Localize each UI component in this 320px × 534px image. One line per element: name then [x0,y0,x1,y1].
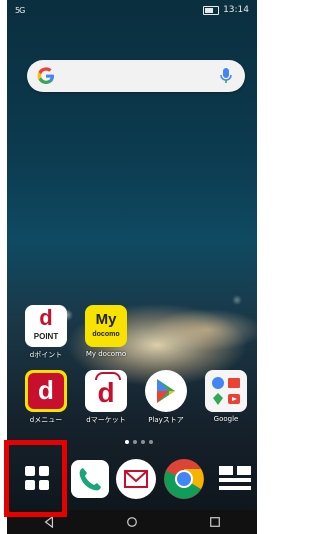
google-search-bar[interactable] [27,60,245,92]
app-dmarket[interactable]: d dマーケット [80,370,132,425]
chrome-app[interactable] [163,458,205,500]
back-button[interactable] [42,515,56,529]
status-time: 13:14 [223,5,249,15]
page-indicator [125,440,153,444]
dmarket-icon: d [85,370,127,412]
chrome-icon [164,459,204,499]
google-folder-icon [205,370,247,412]
page-dot [133,440,137,444]
signal-indicator: 5G [15,6,25,15]
app-google-folder[interactable]: Google [200,370,252,423]
page-dot [141,440,145,444]
highlight-box [4,440,67,517]
app-play-store[interactable]: Playストア [140,370,192,425]
status-bar: 5G 13:14 [7,0,257,20]
my-docomo-text: docomo [92,331,120,338]
dpoint-text: POINT [33,332,59,341]
dpoint-icon: d POINT [25,305,67,347]
my-docomo-glyph: My [95,311,117,328]
phone-icon [71,460,109,498]
app-label-google: Google [213,415,239,423]
recents-square-icon [210,517,221,527]
app-label-my-docomo: My docomo [85,350,127,358]
menu-icon [219,466,251,490]
app-dpoint[interactable]: d POINT dポイント [20,305,72,360]
dmenu-glyph: d [28,373,64,409]
back-triangle-icon [44,516,53,528]
dmarket-glyph: d [97,377,115,408]
play-store-icon [145,370,187,412]
app-label-dpoint: dポイント [29,351,63,359]
dmenu-icon: d [25,370,67,412]
my-docomo-icon: My docomo [85,305,127,347]
app-label-dmarket: dマーケット [86,416,126,424]
page-dot [125,440,129,444]
battery-icon [203,5,220,15]
app-dmenu[interactable]: d dメニュー [20,370,72,425]
dpoint-glyph: d [39,305,53,330]
mail-app[interactable] [115,458,157,500]
recents-button[interactable] [208,515,222,529]
status-right: 13:14 [203,5,249,15]
app-my-docomo[interactable]: My docomo My docomo [80,305,132,358]
app-label-dmenu: dメニュー [29,416,63,424]
mail-icon [116,459,156,499]
phone-app[interactable] [69,458,111,500]
app-label-play-store: Playストア [148,416,184,424]
google-g-icon [37,67,54,84]
menu-app[interactable] [213,458,255,500]
home-circle-icon [127,517,137,527]
home-button[interactable] [125,515,139,529]
microphone-icon[interactable] [219,67,233,85]
page-dot [149,440,153,444]
